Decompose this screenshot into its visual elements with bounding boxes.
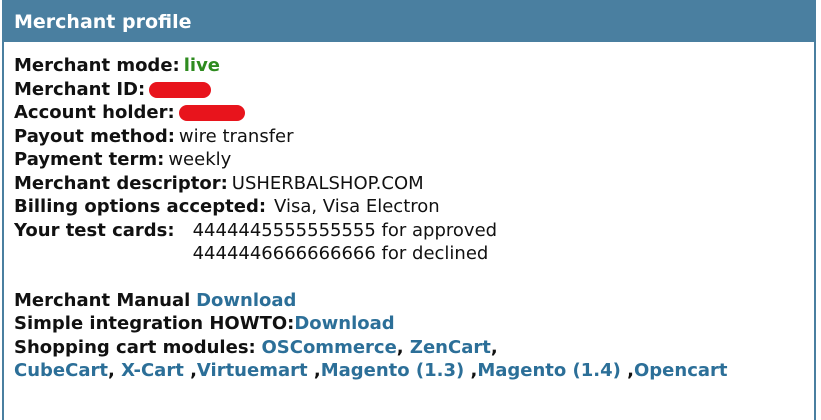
payment-term-label: Payment term: (14, 149, 165, 170)
module-link-virtuemart[interactable]: Virtuemart (197, 360, 308, 381)
profile-content: Merchant mode: live Merchant ID: Account … (4, 42, 814, 383)
merchant-id-row: Merchant ID: (14, 78, 814, 102)
billing-options-label: Billing options accepted: (14, 196, 267, 217)
billing-options-row: Billing options accepted: Visa, Visa Elec… (14, 195, 814, 219)
cart-modules-row-2: CubeCart, X-Cart ,Virtuemart ,Magento (1… (14, 360, 728, 381)
test-card-approved: 4444445555555555 for approved (192, 219, 498, 241)
integration-howto-download-link[interactable]: Download (294, 313, 394, 334)
account-holder-redaction (178, 105, 245, 121)
payout-method-value: wire transfer (178, 125, 294, 147)
integration-howto-row: Simple integration HOWTO:Download (14, 312, 814, 336)
test-cards-list: 4444445555555555 for approved 4444446666… (193, 219, 497, 266)
module-link-zencart[interactable]: ZenCart (410, 337, 491, 358)
payment-term-row: Payment term: weekly (14, 148, 814, 172)
account-holder-row: Account holder: (14, 101, 814, 125)
merchant-mode-label: Merchant mode: (14, 55, 180, 76)
test-cards-row: Your test cards: 4444445555555555 for ap… (14, 219, 814, 266)
module-link-cubecart[interactable]: CubeCart (14, 360, 108, 381)
merchant-mode-row: Merchant mode: live (14, 54, 814, 78)
cart-modules-row-1: Shopping cart modules: OSCommerce, ZenCa… (14, 336, 498, 358)
merchant-descriptor-row: Merchant descriptor: USHERBALSHOP.COM (14, 172, 814, 196)
payout-method-label: Payout method: (14, 125, 175, 147)
merchant-descriptor-label: Merchant descriptor: (14, 172, 228, 194)
cart-modules-label: Shopping cart modules: (14, 336, 256, 358)
payout-method-row: Payout method: wire transfer (14, 125, 814, 149)
test-cards-label: Your test cards: (14, 219, 175, 241)
merchant-manual-download-link[interactable]: Download (196, 290, 296, 311)
module-link-opencart[interactable]: Opencart (634, 360, 728, 381)
merchant-manual-label: Merchant Manual (14, 289, 191, 311)
merchant-profile-panel: Merchant profile Merchant mode: live Merc… (2, 0, 816, 420)
module-link-magento-1-3[interactable]: Magento (1.3) (321, 360, 465, 381)
billing-options-value: Visa, Visa Electron (274, 196, 440, 217)
merchant-mode-value: live (183, 55, 221, 76)
payment-term-value: weekly (168, 149, 232, 170)
merchant-id-label: Merchant ID: (14, 78, 146, 100)
module-link-oscommerce[interactable]: OSCommerce (261, 337, 396, 358)
account-holder-label: Account holder: (14, 102, 175, 123)
panel-title: Merchant profile (14, 11, 192, 33)
integration-howto-label: Simple integration HOWTO: (14, 313, 295, 334)
module-link-magento-1-4[interactable]: Magento (1.4) (477, 360, 621, 381)
module-link-x-cart[interactable]: X-Cart (121, 360, 184, 381)
panel-header: Merchant profile (4, 0, 814, 42)
merchant-id-redaction (149, 81, 212, 98)
merchant-descriptor-value: USHERBALSHOP.COM (231, 172, 424, 194)
test-card-declined: 4444446666666666 for declined (192, 243, 489, 264)
merchant-manual-row: Merchant Manual Download (14, 289, 814, 313)
